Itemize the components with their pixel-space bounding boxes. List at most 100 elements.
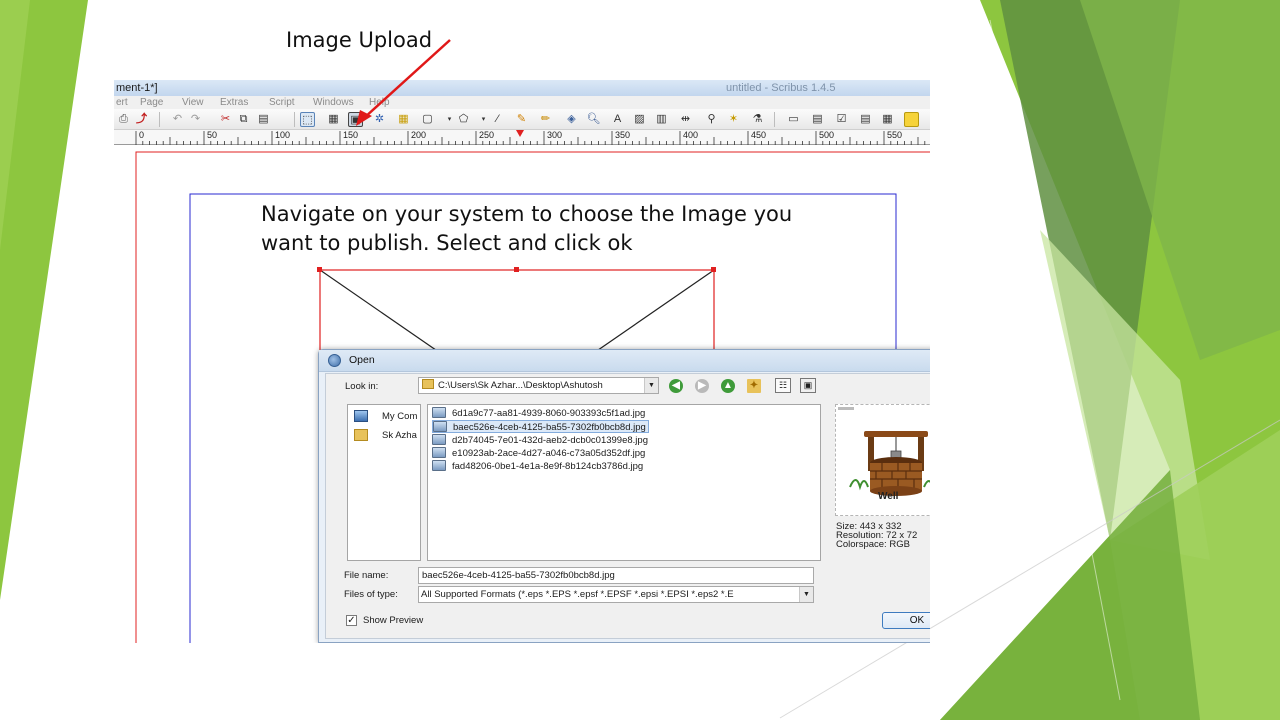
scribus-icon <box>328 354 341 367</box>
pdf-checkbox-icon[interactable]: ☑ <box>834 112 849 127</box>
file-row[interactable]: e10923ab-2ace-4d27-a046-c73a05d352df.jpg <box>432 447 647 460</box>
polygon-icon[interactable]: ⬠ <box>456 112 471 127</box>
computer-icon <box>354 410 368 422</box>
ruler-label: 50 <box>207 130 218 140</box>
back-icon[interactable]: ◀ <box>669 379 683 393</box>
file-list: 6d1a9c77-aa81-4939-8060-903393c5f1ad.jpg… <box>427 404 821 561</box>
file-name-label: File name: <box>344 570 389 581</box>
menu-page[interactable]: Page <box>140 96 163 109</box>
zoom-icon[interactable]: 🔍︎ <box>586 112 601 127</box>
file-name-input[interactable]: baec526e-4ceb-4125-ba55-7302fb0bcb8d.jpg <box>418 567 814 584</box>
copy-props-icon[interactable]: ⚲ <box>704 112 719 127</box>
toolbar-separator <box>294 112 295 127</box>
render-frame-icon[interactable]: ✲ <box>372 112 387 127</box>
navigate-caption-line2: want to publish. Select and click ok <box>261 231 633 255</box>
up-folder-icon[interactable]: ▲ <box>721 379 735 393</box>
redo-icon[interactable]: ↷ <box>188 112 203 127</box>
list-view-icon[interactable]: ☷ <box>775 378 791 393</box>
look-in-combo[interactable]: C:\Users\Sk Azhar...\Desktop\Ashutosh ▼ <box>418 377 659 394</box>
look-in-label: Look in: <box>345 381 379 392</box>
show-preview-checkbox[interactable]: ✓ <box>346 615 357 626</box>
table-icon[interactable]: ▦ <box>396 112 411 127</box>
unlink-frames-icon[interactable]: ▥ <box>654 112 669 127</box>
frame-handle <box>514 267 519 272</box>
menu-windows[interactable]: Windows <box>313 96 354 109</box>
toolbar-separator <box>159 112 160 127</box>
file-type-label: Files of type: <box>344 589 398 600</box>
ruler-label: 100 <box>275 130 291 140</box>
ruler-label: 400 <box>683 130 699 140</box>
ruler-label: 450 <box>751 130 767 140</box>
dialog-titlebar: Open <box>319 350 930 372</box>
app-title: ment-1*] <box>116 82 158 94</box>
ruler-label: 250 <box>479 130 495 140</box>
text-frame-icon[interactable]: ▦ <box>326 112 341 127</box>
image-file-icon <box>432 434 446 445</box>
link-frames-icon[interactable]: ▨ <box>632 112 647 127</box>
file-row-selected[interactable]: baec526e-4ceb-4125-ba55-7302fb0bcb8d.jpg <box>432 420 649 433</box>
menu-extras[interactable]: Extras <box>220 96 248 109</box>
measure-icon[interactable]: ⇹ <box>678 112 693 127</box>
menu-script[interactable]: Script <box>269 96 295 109</box>
navigate-caption-line1: Navigate on your system to choose the Im… <box>261 202 793 226</box>
eyedropper-icon[interactable]: ⚗ <box>750 112 765 127</box>
cut-icon[interactable]: ✂ <box>218 112 233 127</box>
paste-icon[interactable]: ▤ <box>256 112 271 127</box>
dialog-body: Look in: C:\Users\Sk Azhar...\Desktop\As… <box>325 373 930 639</box>
edit-text-icon[interactable]: A <box>610 112 625 127</box>
app-titlebar: ment-1*] untitled - Scribus 1.4.5 <box>114 80 930 96</box>
pdf-annotation-icon[interactable] <box>904 112 919 127</box>
ruler-label: 0 <box>139 130 145 140</box>
detail-view-icon[interactable]: ▣ <box>800 378 816 393</box>
image-file-icon <box>433 421 447 432</box>
folder-icon <box>354 429 368 441</box>
menu-help[interactable]: Help <box>369 96 390 109</box>
freehand-icon[interactable]: ✏ <box>538 112 553 127</box>
folder-icon <box>422 379 434 389</box>
dialog-title: Open <box>349 354 375 366</box>
ok-button[interactable]: OK <box>882 612 930 629</box>
image-file-icon <box>432 407 446 418</box>
ruler-label: 150 <box>343 130 359 140</box>
print-icon[interactable]: ⎙ <box>116 112 131 127</box>
forward-icon[interactable]: ▶ <box>695 379 709 393</box>
image-frame-icon[interactable]: ▣ <box>348 112 363 127</box>
pdf-combo-icon[interactable]: ▤ <box>858 112 873 127</box>
pdf-icon[interactable]: ⤴ <box>134 112 149 127</box>
chevron-down-icon[interactable]: ▾ <box>442 112 457 127</box>
chevron-down-icon[interactable]: ▼ <box>644 378 658 393</box>
file-type-select[interactable]: All Supported Formats (*.eps *.EPS *.eps… <box>418 586 814 603</box>
new-folder-icon[interactable]: ✦ <box>747 379 761 393</box>
ruler-label: 350 <box>615 130 631 140</box>
image-file-icon <box>432 460 446 471</box>
copy-icon[interactable]: ⧉ <box>236 112 251 127</box>
ruler-label: 500 <box>819 130 835 140</box>
menu-view[interactable]: View <box>182 96 204 109</box>
open-dialog: Open Look in: C:\Users\Sk Azhar...\Deskt… <box>318 349 930 643</box>
horizontal-ruler: 0 50 100 150 200 250 300 350 400 450 500… <box>114 130 930 145</box>
ruler-label: 300 <box>547 130 563 140</box>
undo-icon[interactable]: ↶ <box>170 112 185 127</box>
file-row[interactable]: fad48206-0be1-4e1a-8e9f-8b124cb3786d.jpg <box>432 460 645 473</box>
rotate-icon[interactable]: ◈ <box>564 112 579 127</box>
file-row[interactable]: d2b74045-7e01-432d-aeb2-dcb0c01399e8.jpg <box>432 434 650 447</box>
ruler-label: 550 <box>887 130 903 140</box>
chevron-down-icon[interactable]: ▾ <box>476 112 491 127</box>
preview-caption: Well <box>878 491 899 502</box>
bezier-icon[interactable]: ✎ <box>514 112 529 127</box>
select-icon[interactable]: ⬚ <box>300 112 315 127</box>
pdf-text-field-icon[interactable]: ▤ <box>810 112 825 127</box>
image-preview: Well <box>835 404 930 516</box>
pdf-button-icon[interactable]: ▭ <box>786 112 801 127</box>
file-row[interactable]: 6d1a9c77-aa81-4939-8060-903393c5f1ad.jpg <box>432 407 647 420</box>
chevron-down-icon[interactable]: ▼ <box>799 587 813 602</box>
shape-icon[interactable]: ▢ <box>420 112 435 127</box>
pdf-list-icon[interactable]: ▦ <box>880 112 895 127</box>
line-icon[interactable]: ⁄ <box>490 112 505 127</box>
toolbar-separator <box>774 112 775 127</box>
image-file-icon <box>432 447 446 458</box>
magic-icon[interactable]: ✶ <box>726 112 741 127</box>
app-screenshot: ment-1*] untitled - Scribus 1.4.5 ert Pa… <box>114 80 930 643</box>
menu-insert[interactable]: ert <box>116 96 128 109</box>
ruler-label: 200 <box>411 130 427 140</box>
